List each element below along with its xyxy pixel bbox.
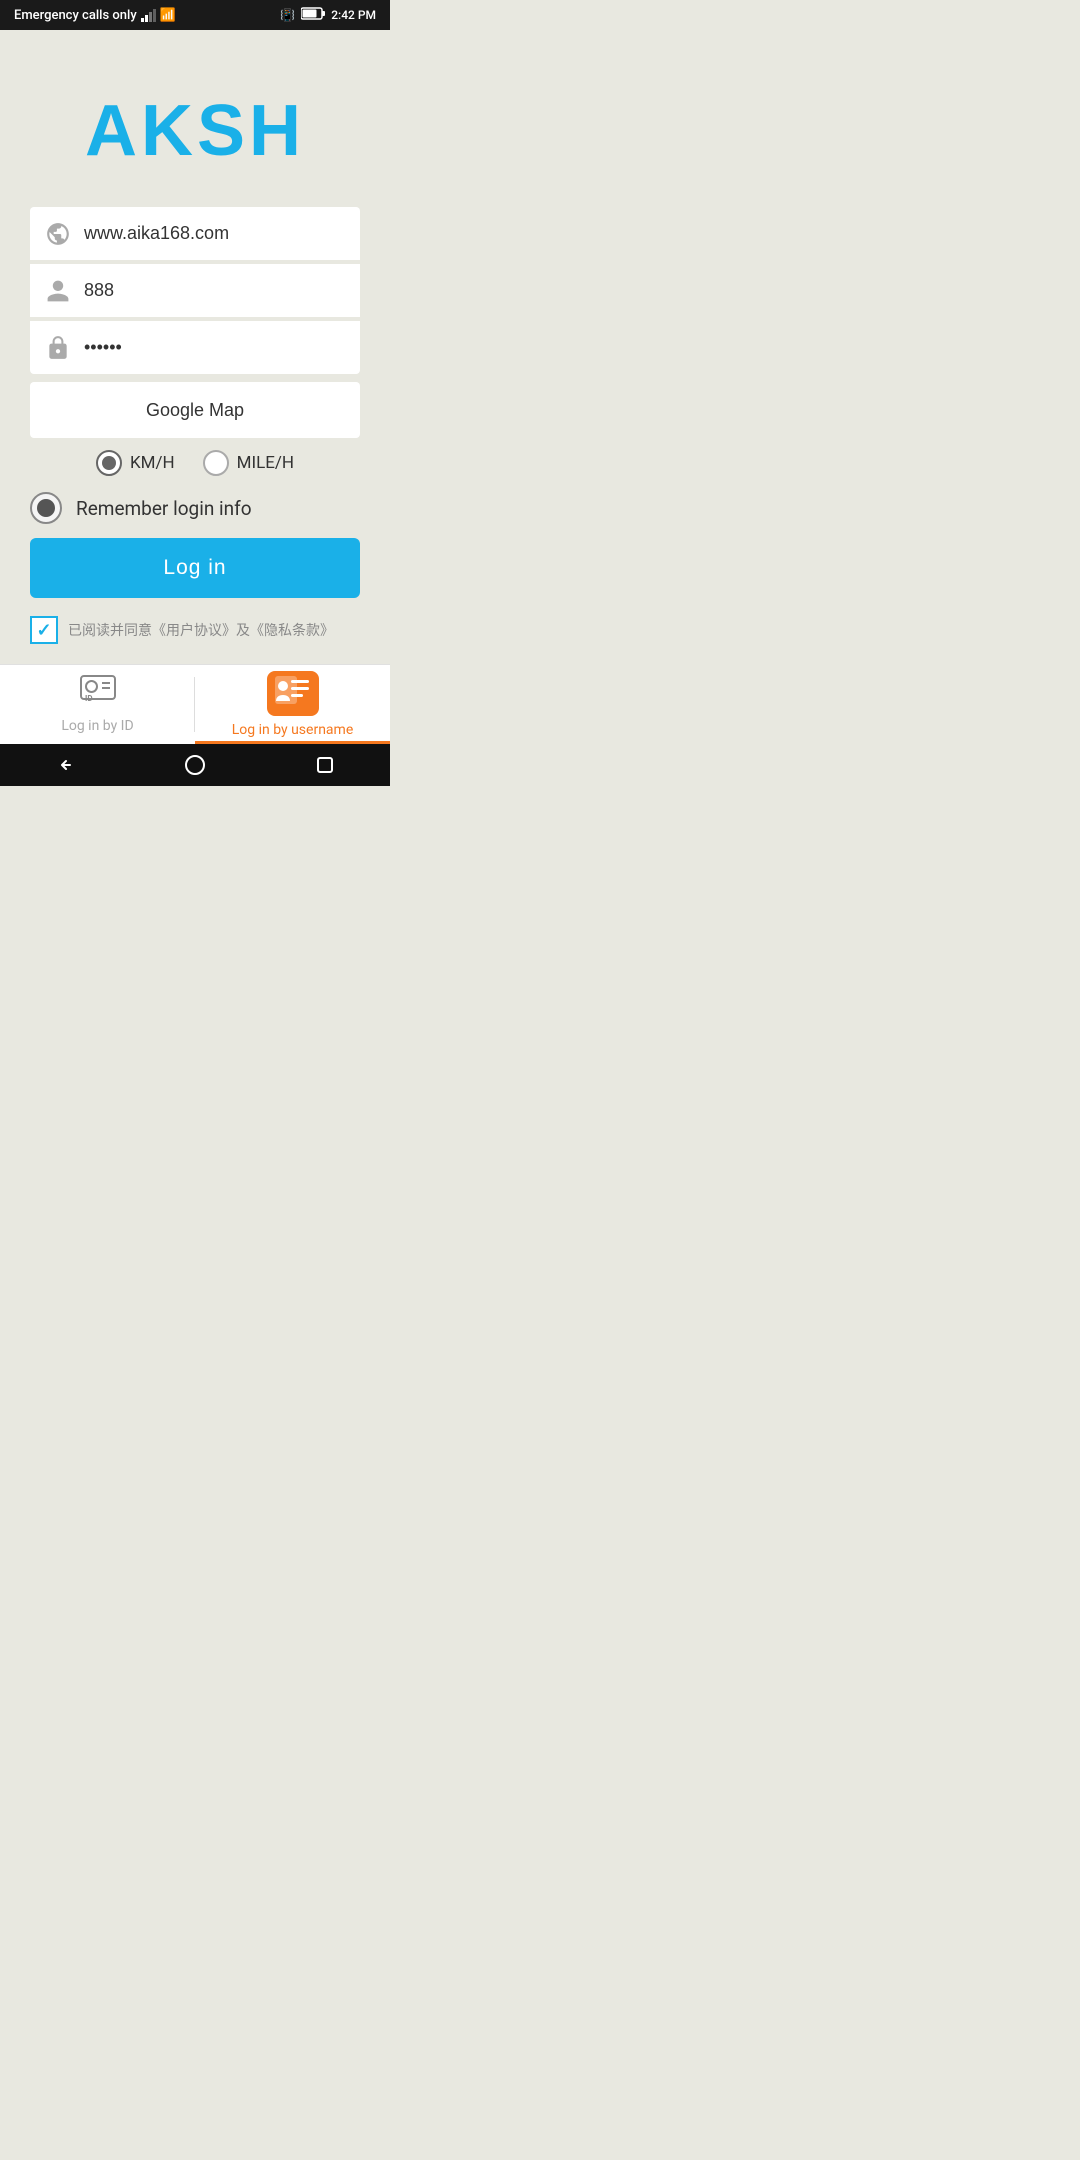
username-input[interactable] xyxy=(30,264,360,317)
map-select-wrapper: Google Map Baidu Map OpenStreetMap xyxy=(30,382,360,438)
android-nav xyxy=(0,744,390,786)
url-input[interactable] xyxy=(30,207,360,260)
check-icon: ✓ xyxy=(36,620,51,641)
username-field-wrapper xyxy=(30,264,360,317)
user-icon xyxy=(44,277,72,305)
status-text: Emergency calls only xyxy=(14,8,137,23)
wifi-icon: 📶 xyxy=(160,8,176,23)
remember-login-row: Remember login info xyxy=(30,492,360,524)
login-by-username-tab[interactable]: Log in by username xyxy=(195,665,390,744)
username-tab-label: Log in by username xyxy=(232,722,354,738)
mileh-radio[interactable]: MILE/H xyxy=(203,450,294,476)
agreement-checkbox[interactable]: ✓ xyxy=(30,616,58,644)
agreement-text: 已阅读并同意《用户协议》及《隐私条款》 xyxy=(68,620,334,640)
status-bar: Emergency calls only 📶 📳 2:42 PM xyxy=(0,0,390,30)
bottom-nav: ID Log in by ID Log in by username xyxy=(0,664,390,744)
remember-radio-circle[interactable] xyxy=(30,492,62,524)
login-button[interactable]: Log in xyxy=(30,538,360,598)
svg-text:ID: ID xyxy=(85,694,93,703)
time: 2:42 PM xyxy=(331,8,376,22)
id-tab-label: Log in by ID xyxy=(61,718,133,734)
main-content: AKSH xyxy=(0,30,390,664)
home-button[interactable] xyxy=(180,750,210,780)
recent-button[interactable] xyxy=(310,750,340,780)
lock-icon xyxy=(44,334,72,362)
login-by-id-tab[interactable]: ID Log in by ID xyxy=(0,665,195,744)
username-tab-icon xyxy=(267,671,319,716)
globe-icon xyxy=(44,220,72,248)
password-input[interactable] xyxy=(30,321,360,374)
remember-label: Remember login info xyxy=(76,497,252,520)
input-group xyxy=(30,207,360,376)
status-left: Emergency calls only 📶 xyxy=(14,8,176,23)
kmh-label: KM/H xyxy=(130,453,175,473)
mileh-label: MILE/H xyxy=(237,453,294,473)
url-field-wrapper xyxy=(30,207,360,260)
remember-radio-dot xyxy=(37,499,55,517)
agreement-row: ✓ 已阅读并同意《用户协议》及《隐私条款》 xyxy=(30,616,360,644)
app-logo: AKSH xyxy=(85,90,305,172)
kmh-radio-circle xyxy=(96,450,122,476)
id-tab-icon: ID xyxy=(80,675,116,712)
password-field-wrapper xyxy=(30,321,360,374)
map-select[interactable]: Google Map Baidu Map OpenStreetMap xyxy=(30,382,360,438)
kmh-radio-dot xyxy=(102,456,116,470)
speed-unit-group: KM/H MILE/H xyxy=(30,450,360,476)
vibrate-icon: 📳 xyxy=(280,8,295,22)
status-right: 📳 2:42 PM xyxy=(280,7,376,23)
battery-level xyxy=(301,7,325,23)
signal-icon xyxy=(141,9,156,22)
kmh-radio[interactable]: KM/H xyxy=(96,450,175,476)
mileh-radio-circle xyxy=(203,450,229,476)
back-button[interactable] xyxy=(50,750,80,780)
active-tab-indicator xyxy=(195,741,390,744)
